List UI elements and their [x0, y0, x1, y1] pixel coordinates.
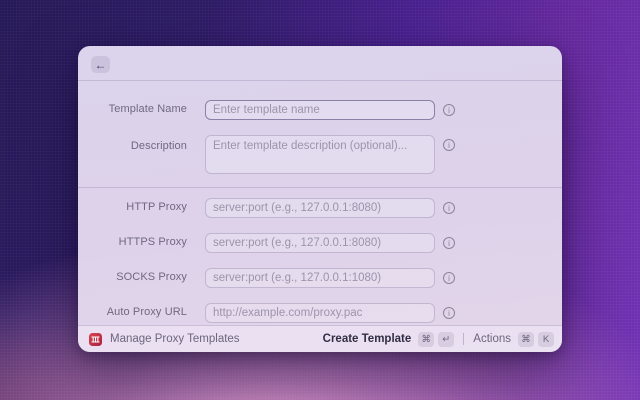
form-row-auto-proxy-url: Auto Proxy URL i	[78, 303, 562, 323]
actions-label: Actions	[473, 333, 511, 345]
proxy-template-form: Template Name i Description i HTTP Proxy…	[78, 81, 562, 325]
proxy-templates-app-icon	[89, 332, 102, 346]
columns-glyph-icon	[91, 335, 100, 343]
command-key-icon: ⌘	[418, 331, 435, 347]
info-icon[interactable]: i	[443, 236, 455, 249]
socks-proxy-input[interactable]	[205, 268, 435, 288]
template-name-input[interactable]	[205, 100, 435, 120]
field-label: HTTPS Proxy	[118, 236, 187, 248]
status-bar: Manage Proxy Templates Create Template ⌘…	[78, 325, 562, 352]
field-label: Description	[130, 140, 187, 152]
k-key-icon: K	[538, 331, 554, 347]
window-header: ←	[78, 46, 562, 81]
info-icon[interactable]: i	[443, 138, 455, 151]
field-label: Auto Proxy URL	[106, 306, 187, 318]
form-row-template-name: Template Name i	[78, 100, 562, 120]
form-row-description: Description i	[78, 135, 562, 174]
info-icon[interactable]: i	[443, 306, 455, 319]
https-proxy-input[interactable]	[205, 233, 435, 253]
field-label: HTTP Proxy	[126, 201, 187, 213]
info-icon[interactable]: i	[443, 271, 455, 284]
return-key-icon: ↵	[438, 331, 455, 347]
command-key-icon: ⌘	[518, 331, 534, 347]
divider	[78, 187, 562, 188]
http-proxy-input[interactable]	[205, 198, 435, 218]
form-row-https-proxy: HTTPS Proxy i	[78, 233, 562, 253]
create-template-label: Create Template	[322, 333, 412, 345]
description-textarea[interactable]	[205, 135, 435, 174]
field-label: Template Name	[108, 103, 187, 115]
create-template-button[interactable]: Create Template ⌘ ↵	[322, 331, 455, 347]
field-label: SOCKS Proxy	[116, 271, 187, 283]
info-icon[interactable]: i	[443, 103, 455, 116]
app-window: ← Template Name i Description i HTTP Pro…	[78, 46, 562, 352]
auto-proxy-url-input[interactable]	[205, 303, 435, 323]
info-icon[interactable]: i	[443, 201, 455, 214]
form-row-socks-proxy: SOCKS Proxy i	[78, 268, 562, 288]
back-button[interactable]: ←	[91, 56, 110, 73]
actions-button[interactable]: Actions ⌘ K	[473, 331, 554, 347]
divider	[463, 333, 465, 345]
app-title: Manage Proxy Templates	[110, 333, 240, 345]
form-row-http-proxy: HTTP Proxy i	[78, 198, 562, 218]
